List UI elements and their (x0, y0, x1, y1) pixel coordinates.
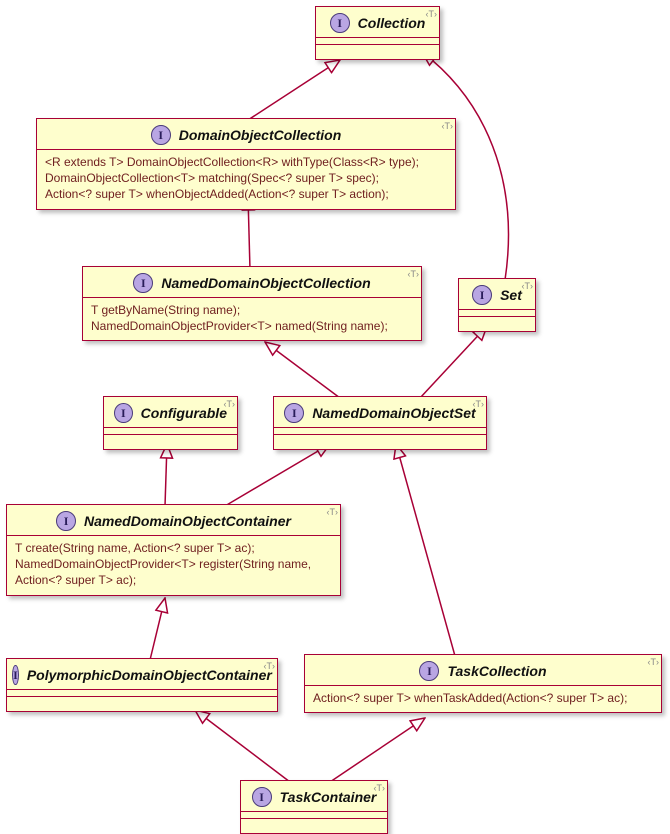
node-title: NamedDomainObjectSet (312, 405, 475, 421)
node-polymorphic-domain-object-container: ‹T› I PolymorphicDomainObjectContainer (6, 658, 278, 712)
interface-icon: I (12, 665, 19, 685)
interface-icon: I (330, 13, 350, 33)
interface-icon: I (151, 125, 171, 145)
member: Action<? super T> whenTaskAdded(Action<?… (313, 690, 653, 706)
node-configurable: ‹T› I Configurable (103, 396, 238, 450)
interface-icon: I (114, 403, 133, 423)
node-title: TaskContainer (280, 789, 377, 805)
node-named-domain-object-container: ‹T› I NamedDomainObjectContainer T creat… (6, 504, 341, 596)
interface-icon: I (284, 403, 304, 423)
node-title: PolymorphicDomainObjectContainer (27, 667, 272, 683)
edge-ndocont-configurable (165, 444, 167, 506)
interface-icon: I (252, 787, 272, 807)
node-title: Set (500, 287, 522, 303)
member: T create(String name, Action<? super T> … (15, 540, 332, 556)
edge-ndos-set (420, 326, 487, 398)
node-title: Collection (358, 15, 426, 31)
interface-icon: I (472, 285, 492, 305)
member: T getByName(String name); (91, 302, 413, 318)
node-task-collection: ‹T› I TaskCollection Action<? super T> w… (304, 654, 662, 713)
node-task-container: ‹T› I TaskContainer (240, 780, 388, 834)
node-title: NamedDomainObjectContainer (84, 513, 291, 529)
edge-ndocont-ndos (225, 444, 330, 506)
edge-ndos-ndoc (265, 342, 340, 398)
member: DomainObjectCollection<T> matching(Spec<… (45, 170, 447, 186)
edge-taskcoll-ndos (396, 444, 455, 656)
interface-icon: I (133, 273, 153, 293)
node-set: ‹T› I Set (458, 278, 536, 332)
node-domain-object-collection: ‹T› I DomainObjectCollection <R extends … (36, 118, 456, 210)
node-named-domain-object-set: ‹T› I NamedDomainObjectSet (273, 396, 487, 450)
member: NamedDomainObjectProvider<T> named(Strin… (91, 318, 413, 334)
member: NamedDomainObjectProvider<T> register(St… (15, 556, 332, 572)
uml-diagram: ‹T› I Collection ‹T› I DomainObjectColle… (0, 0, 670, 834)
member: Action<? super T> whenObjectAdded(Action… (45, 186, 447, 202)
node-title: NamedDomainObjectCollection (161, 275, 370, 291)
node-collection: ‹T› I Collection (315, 6, 440, 60)
edge-poly-ndocont (150, 598, 165, 660)
member: Action<? super T> ac); (15, 572, 332, 588)
member: <R extends T> DomainObjectCollection<R> … (45, 154, 447, 170)
edge-taskcont-poly (195, 710, 290, 782)
node-title: Configurable (141, 405, 227, 421)
edge-taskcont-taskcoll (330, 718, 425, 782)
node-title: TaskCollection (447, 663, 546, 679)
node-named-domain-object-collection: ‹T› I NamedDomainObjectCollection T getB… (82, 266, 422, 341)
interface-icon: I (419, 661, 439, 681)
edge-doc-collection (248, 60, 340, 120)
interface-icon: I (56, 511, 76, 531)
node-title: DomainObjectCollection (179, 127, 342, 143)
